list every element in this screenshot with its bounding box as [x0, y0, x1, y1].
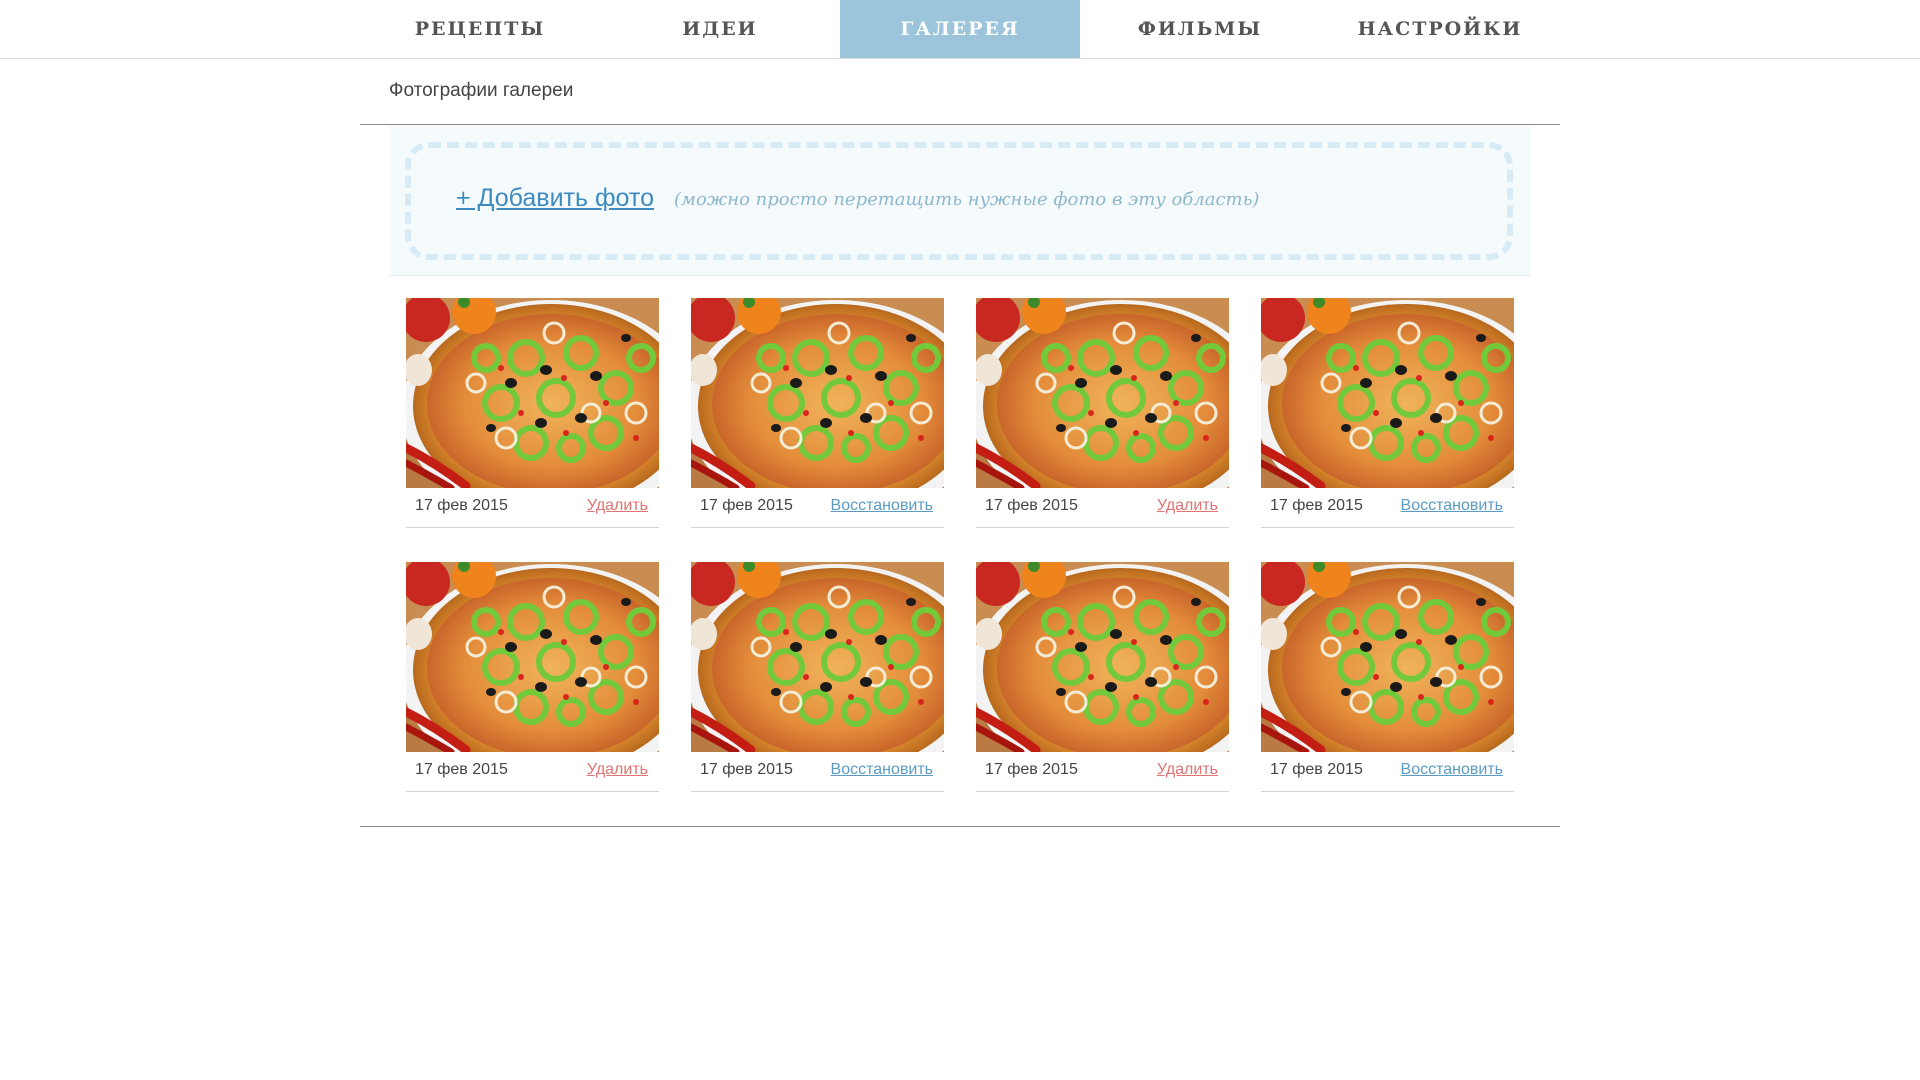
pizza-photo[interactable] — [976, 298, 1229, 488]
photo-meta: 17 фев 2015 Удалить — [976, 488, 1229, 528]
photo-meta: 17 фев 2015 Восстановить — [691, 488, 944, 528]
delete-link[interactable]: Удалить — [587, 497, 648, 515]
photo-date: 17 фев 2015 — [415, 497, 508, 514]
delete-link[interactable]: Удалить — [1157, 497, 1218, 515]
add-photo-link[interactable]: + Добавить фото — [456, 184, 654, 213]
pizza-photo[interactable] — [691, 298, 944, 488]
photo-meta: 17 фев 2015 Удалить — [406, 752, 659, 792]
gallery-card: 17 фев 2015 Удалить — [406, 562, 659, 794]
gallery-card: 17 фев 2015 Удалить — [406, 298, 659, 530]
pizza-photo[interactable] — [976, 562, 1229, 752]
top-navigation: РЕЦЕПТЫ ИДЕИ ГАЛЕРЕЯ ФИЛЬМЫ НАСТРОЙКИ — [0, 0, 1920, 59]
tab-settings[interactable]: НАСТРОЙКИ — [1320, 0, 1560, 58]
photo-meta: 17 фев 2015 Восстановить — [1261, 752, 1514, 792]
gallery-card: 17 фев 2015 Восстановить — [691, 562, 944, 794]
pizza-photo[interactable] — [691, 562, 944, 752]
gallery-card: 17 фев 2015 Удалить — [976, 298, 1229, 530]
pizza-photo[interactable] — [1261, 298, 1514, 488]
pizza-photo[interactable] — [406, 298, 659, 488]
photo-date: 17 фев 2015 — [415, 761, 508, 778]
dropzone-hint: (можно просто перетащить нужные фото в э… — [674, 189, 1260, 210]
restore-link[interactable]: Восстановить — [1401, 761, 1503, 779]
pizza-photo[interactable] — [1261, 562, 1514, 752]
photo-dropzone[interactable]: + Добавить фото (можно просто перетащить… — [405, 142, 1513, 260]
gallery-card: 17 фев 2015 Восстановить — [691, 298, 944, 530]
restore-link[interactable]: Восстановить — [1401, 497, 1503, 515]
photo-date: 17 фев 2015 — [985, 497, 1078, 514]
restore-link[interactable]: Восстановить — [831, 761, 933, 779]
upload-panel: + Добавить фото (можно просто перетащить… — [389, 126, 1531, 276]
tab-ideas[interactable]: ИДЕИ — [600, 0, 840, 58]
photo-date: 17 фев 2015 — [1270, 497, 1363, 514]
photo-date: 17 фев 2015 — [985, 761, 1078, 778]
divider — [360, 826, 1560, 827]
gallery-card: 17 фев 2015 Восстановить — [1261, 298, 1514, 530]
tab-recipes[interactable]: РЕЦЕПТЫ — [360, 0, 600, 58]
photo-date: 17 фев 2015 — [700, 761, 793, 778]
photo-meta: 17 фев 2015 Удалить — [406, 488, 659, 528]
divider — [360, 124, 1560, 125]
photo-date: 17 фев 2015 — [1270, 761, 1363, 778]
restore-link[interactable]: Восстановить — [831, 497, 933, 515]
tab-gallery[interactable]: ГАЛЕРЕЯ — [840, 0, 1080, 58]
photo-meta: 17 фев 2015 Удалить — [976, 752, 1229, 792]
page-title: Фотографии галереи — [389, 80, 574, 101]
nav-tabs: РЕЦЕПТЫ ИДЕИ ГАЛЕРЕЯ ФИЛЬМЫ НАСТРОЙКИ — [360, 0, 1560, 58]
photo-date: 17 фев 2015 — [700, 497, 793, 514]
delete-link[interactable]: Удалить — [587, 761, 648, 779]
gallery-card: 17 фев 2015 Восстановить — [1261, 562, 1514, 794]
photo-meta: 17 фев 2015 Восстановить — [1261, 488, 1514, 528]
tab-films[interactable]: ФИЛЬМЫ — [1080, 0, 1320, 58]
gallery-card: 17 фев 2015 Удалить — [976, 562, 1229, 794]
delete-link[interactable]: Удалить — [1157, 761, 1218, 779]
photo-meta: 17 фев 2015 Восстановить — [691, 752, 944, 792]
pizza-photo[interactable] — [406, 562, 659, 752]
